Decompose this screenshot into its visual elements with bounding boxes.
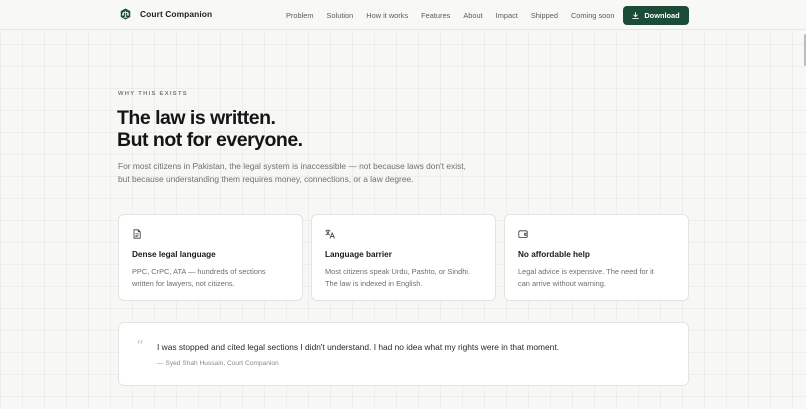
testimonial-quote-card: “ I was stopped and cited legal sections… (118, 322, 689, 386)
quote-text: I was stopped and cited legal sections I… (157, 342, 559, 352)
card-body: Legal advice is expensive. The need for … (518, 266, 683, 290)
problem-card-affordable-help: No affordable help Legal advice is expen… (504, 214, 689, 301)
headline-line-2: But not for everyone. (117, 129, 303, 151)
brand-name: Court Companion (140, 9, 213, 19)
document-icon (133, 229, 141, 239)
download-button-label: Download (644, 11, 680, 20)
top-navbar: Court Companion Problem Solution How it … (0, 0, 806, 30)
nav-link-how-it-works[interactable]: How it works (366, 11, 408, 20)
intro-line-1: For most citizens in Pakistan, the legal… (118, 161, 466, 171)
section-headline: The law is written. But not for everyone… (117, 107, 303, 151)
nav-link-shipped[interactable]: Shipped (531, 11, 558, 20)
problem-card-language-barrier: Language barrier Most citizens speak Urd… (311, 214, 496, 301)
card-title: No affordable help (518, 250, 590, 259)
card-body-line: PPC, CrPC, ATA — hundreds of sections (132, 267, 266, 276)
nav-link-solution[interactable]: Solution (327, 11, 354, 20)
card-body-line: The law is indexed in English. (325, 278, 423, 288)
section-eyebrow: WHY THIS EXISTS (118, 91, 188, 97)
nav-link-impact[interactable]: Impact (496, 11, 518, 20)
brand-logo-link[interactable]: Court Companion (120, 8, 212, 20)
wallet-icon (518, 230, 528, 239)
quote-mark-icon: “ (136, 337, 144, 355)
nav-link-features[interactable]: Features (421, 11, 450, 20)
card-body-line: Most citizens speak Urdu, Pashto, or Sin… (325, 267, 471, 276)
card-title: Language barrier (325, 250, 392, 259)
download-button[interactable]: Download (623, 6, 689, 25)
card-body: PPC, CrPC, ATA — hundreds of sections wr… (132, 266, 297, 290)
nav-link-problem[interactable]: Problem (286, 11, 314, 20)
download-icon (632, 12, 640, 19)
card-title: Dense legal language (132, 250, 216, 259)
intro-line-2: but because understanding them requires … (118, 173, 414, 184)
card-body-line: written for lawyers, not citizens. (132, 278, 235, 288)
quote-attribution: — Syed Shah Hussain, Court Companion (157, 360, 279, 367)
section-intro: For most citizens in Pakistan, the legal… (118, 160, 498, 185)
nav-link-coming-soon[interactable]: Coming soon (571, 11, 615, 20)
card-body: Most citizens speak Urdu, Pashto, or Sin… (325, 266, 490, 290)
problem-card-legal-language: Dense legal language PPC, CrPC, ATA — hu… (118, 214, 303, 301)
card-body-line: can arrive without warning. (518, 278, 606, 288)
card-body-line: Legal advice is expensive. The need for … (518, 267, 654, 276)
translate-icon (325, 229, 335, 239)
scales-logo-icon (120, 8, 131, 20)
headline-line-1: The law is written. (117, 107, 276, 129)
nav-link-about[interactable]: About (463, 11, 482, 20)
nav-links: Problem Solution How it works Features A… (286, 11, 615, 20)
